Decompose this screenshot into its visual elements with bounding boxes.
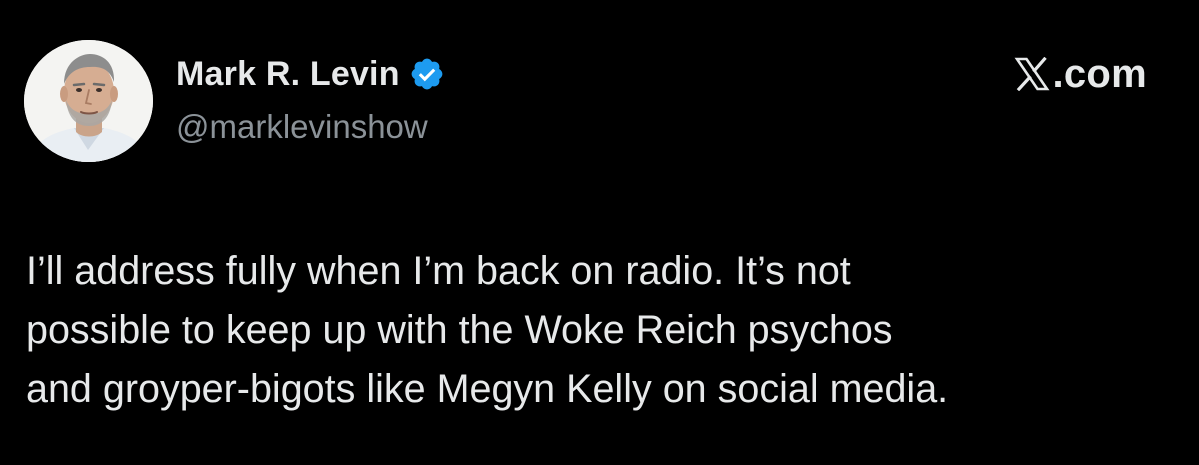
x-logo-icon (1014, 57, 1050, 91)
tweet-text-line: I’ll address fully when I’m back on radi… (26, 249, 851, 293)
author-handle[interactable]: @marklevinshow (176, 108, 428, 146)
tweet-text: I’ll address fully when I’m back on radi… (26, 242, 1176, 419)
tweet-card: Mark R. Levin @marklevinshow .com I’ll a… (0, 0, 1199, 465)
author-name[interactable]: Mark R. Levin (176, 55, 400, 94)
site-label: .com (1052, 51, 1147, 96)
tweet-text-line: possible to keep up with the Woke Reich … (26, 308, 893, 352)
site-mark: .com (1014, 51, 1147, 97)
verified-badge-icon (409, 56, 445, 92)
profile-photo (24, 40, 153, 162)
avatar[interactable] (24, 40, 153, 162)
tweet-text-line: and groyper-bigots like Megyn Kelly on s… (26, 367, 949, 411)
author-name-row[interactable]: Mark R. Levin (176, 52, 445, 96)
